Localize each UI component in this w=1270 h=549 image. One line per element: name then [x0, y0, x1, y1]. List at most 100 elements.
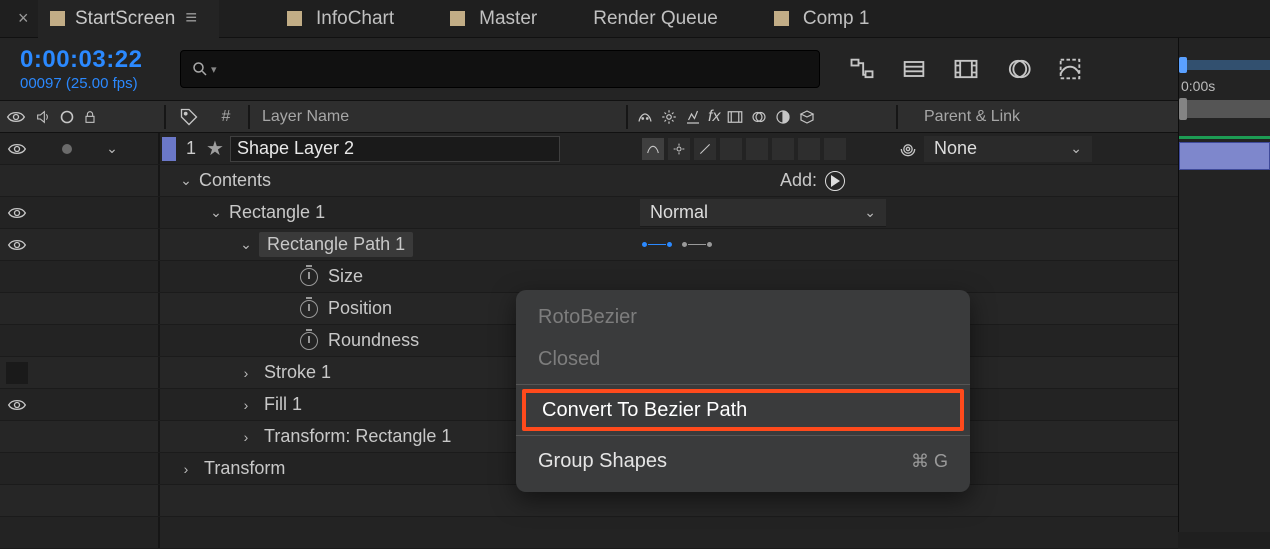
property-row-size[interactable]: Size [0, 261, 1178, 293]
motion-blur-icon[interactable] [1004, 55, 1032, 83]
blend-mode-dropdown[interactable]: Normal⌄ [640, 199, 886, 227]
adjustment-icon[interactable] [774, 108, 792, 126]
timeline-toolbar [848, 55, 1084, 83]
three-d-icon[interactable] [798, 108, 816, 126]
motion-blur-col-icon[interactable] [750, 108, 768, 126]
quality-switch[interactable] [694, 138, 716, 160]
parent-dropdown[interactable]: None⌄ [924, 136, 1092, 162]
property-label: Transform: Rectangle 1 [264, 426, 451, 447]
property-row-contents[interactable]: ⌄ Contents Add: [0, 165, 1178, 197]
comp-color-swatch [287, 11, 302, 26]
menu-item-label: Group Shapes [538, 450, 667, 473]
property-label: Roundness [328, 330, 419, 351]
close-tab-icon[interactable]: × [18, 8, 38, 29]
tab-comp1[interactable]: Comp 1 [746, 8, 898, 30]
visibility-toggle[interactable] [6, 362, 28, 384]
tab-startscreen[interactable]: StartScreen ≡ [38, 0, 219, 38]
menu-item-group-shapes[interactable]: Group Shapes⌘ G [516, 440, 970, 482]
chevron-down-icon: ▾ [211, 63, 217, 76]
mini-timeline[interactable]: 0:00s [1178, 38, 1270, 532]
menu-item-label: Closed [538, 348, 600, 371]
label-column-icon[interactable] [170, 107, 208, 127]
property-label: Stroke 1 [264, 362, 331, 383]
twirl-right-icon[interactable]: › [178, 461, 194, 477]
menu-item-label: Convert To Bezier Path [542, 399, 747, 422]
shy-icon[interactable] [636, 108, 654, 126]
collapse-switch[interactable] [668, 138, 690, 160]
property-row-rectpath1[interactable]: ⌄ Rectangle Path 1 [0, 229, 1178, 261]
solo-dot[interactable] [60, 142, 74, 156]
index-column-header[interactable]: # [208, 108, 244, 126]
menu-item-convert-bezier[interactable]: Convert To Bezier Path [522, 389, 964, 431]
property-label: Rectangle 1 [229, 202, 325, 223]
twirl-right-icon[interactable]: › [238, 429, 254, 445]
menu-item-rotobezier: RotoBezier [516, 296, 970, 338]
current-time[interactable]: 0:00:03:22 00097 (25.00 fps) [20, 46, 164, 92]
lock-column-icon[interactable] [82, 108, 98, 126]
graph-editor-icon[interactable] [1056, 55, 1084, 83]
zoom-bar[interactable] [1179, 100, 1270, 118]
three-d-switch[interactable] [824, 138, 846, 160]
comp-flowchart-icon[interactable] [848, 55, 876, 83]
parent-column-header[interactable]: Parent & Link [902, 108, 1178, 126]
fx-switch[interactable] [720, 138, 742, 160]
twirl-down-icon[interactable]: ⌄ [104, 140, 120, 157]
layer-bar[interactable] [1179, 142, 1270, 170]
stopwatch-icon[interactable] [300, 268, 318, 286]
visibility-toggle[interactable] [6, 394, 28, 416]
visibility-toggle[interactable] [6, 234, 28, 256]
add-icon [825, 171, 845, 191]
stopwatch-icon[interactable] [300, 332, 318, 350]
stopwatch-icon[interactable] [300, 300, 318, 318]
chevron-down-icon: ⌄ [864, 204, 876, 221]
timecode-sub: 00097 (25.00 fps) [20, 75, 164, 92]
visibility-toggle[interactable] [6, 202, 28, 224]
playhead-icon[interactable] [1179, 57, 1187, 73]
empty-row [0, 517, 1178, 549]
solo-column-icon[interactable] [60, 110, 74, 124]
visibility-toggle[interactable] [6, 138, 28, 160]
layer-row[interactable]: ⌄ 1 ★ Shape Layer 2 None⌄ [0, 133, 1178, 165]
twirl-right-icon[interactable]: › [238, 397, 254, 413]
menu-separator [516, 435, 970, 436]
search-input[interactable]: ▾ [180, 50, 820, 88]
layer-name-field[interactable]: Shape Layer 2 [230, 136, 560, 162]
timecode-main: 0:00:03:22 [20, 46, 164, 74]
add-shape-button[interactable]: Add: [780, 170, 845, 191]
zoom-handle[interactable] [1179, 98, 1187, 120]
comp-color-swatch [450, 11, 465, 26]
tab-label: Master [479, 8, 537, 30]
tab-infochart[interactable]: InfoChart [259, 8, 422, 30]
collapse-icon[interactable] [660, 108, 678, 126]
property-row-rectangle1[interactable]: ⌄ Rectangle 1 Normal⌄ [0, 197, 1178, 229]
layer-index: 1 [176, 138, 206, 159]
layer-name-column-header[interactable]: Layer Name [254, 108, 622, 126]
tab-renderqueue[interactable]: Render Queue [565, 8, 746, 30]
tab-label: StartScreen [75, 8, 175, 30]
switches-column-header: fx [632, 108, 892, 126]
audio-column-icon[interactable] [34, 109, 52, 125]
tab-master[interactable]: Master [422, 8, 565, 30]
panel-menu-icon[interactable]: ≡ [185, 7, 197, 30]
frame-blend-col-icon[interactable] [726, 108, 744, 126]
adjustment-switch[interactable] [798, 138, 820, 160]
twirl-down-icon[interactable]: ⌄ [178, 172, 194, 189]
property-label: Transform [204, 458, 285, 479]
frame-blend-icon[interactable] [952, 55, 980, 83]
comp-color-swatch [774, 11, 789, 26]
fx-icon[interactable]: fx [708, 108, 720, 126]
work-area-bar[interactable] [1179, 60, 1270, 70]
label-color[interactable] [162, 137, 176, 161]
twirl-down-icon[interactable]: ⌄ [238, 236, 254, 253]
shy-switch[interactable] [642, 138, 664, 160]
draft3d-icon[interactable] [900, 55, 928, 83]
twirl-down-icon[interactable]: ⌄ [208, 204, 224, 221]
quality-icon[interactable] [684, 108, 702, 126]
frameblend-switch[interactable] [746, 138, 768, 160]
motionblur-switch[interactable] [772, 138, 794, 160]
pickwhip-icon[interactable] [898, 139, 918, 159]
twirl-right-icon[interactable]: › [238, 365, 254, 381]
path-type-indicator[interactable] [642, 242, 712, 247]
visibility-column-icon[interactable] [6, 110, 26, 124]
timecode-row: 0:00:03:22 00097 (25.00 fps) ▾ [0, 38, 1270, 101]
